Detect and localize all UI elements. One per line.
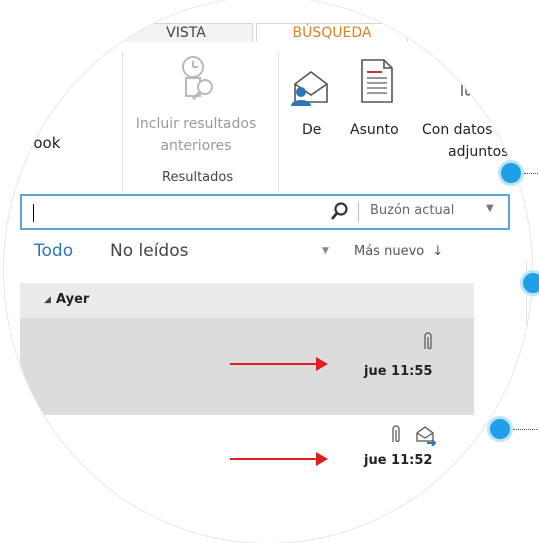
- sort-button[interactable]: Más nuevo ↓: [354, 244, 443, 259]
- tab-vista[interactable]: VISTA: [119, 23, 253, 44]
- ribbon-divider: [122, 52, 123, 192]
- search-box[interactable]: Buzón actual ▼: [20, 194, 510, 230]
- sort-label: Más nuevo: [354, 244, 425, 259]
- mail-time: jue 11:55: [364, 364, 433, 379]
- outlook-group-label: Outlook: [4, 134, 61, 152]
- envelope-reply-icon: [416, 426, 437, 446]
- group-header[interactable]: ◢ Ayer: [20, 283, 474, 318]
- search-scope-label[interactable]: Buzón actual: [370, 203, 454, 218]
- include-older-results-button[interactable]: Incluir resultados anteriores: [126, 52, 266, 162]
- hotspot-dot[interactable]: [498, 160, 524, 186]
- filter-bar: Todo No leídos ▼ Más nuevo ↓: [4, 237, 532, 267]
- from-button[interactable]: De: [286, 52, 336, 162]
- include-older-results-line2: anteriores: [160, 138, 232, 154]
- subject-button[interactable]: Asunto: [346, 52, 414, 162]
- search-input[interactable]: [32, 202, 286, 224]
- filter-unread[interactable]: No leídos: [110, 241, 188, 261]
- has-attachments-line2: adjuntos: [448, 144, 509, 160]
- has-attachments-button[interactable]: Con datos adjuntos: [418, 52, 532, 162]
- filter-all[interactable]: Todo: [34, 241, 73, 261]
- filter-dropdown-icon[interactable]: ▼: [322, 246, 329, 256]
- paperclip-icon: [392, 425, 400, 443]
- search-icon[interactable]: [329, 201, 349, 223]
- paperclip-icon: [461, 66, 471, 96]
- results-group-label: Resultados: [162, 170, 234, 185]
- hotspot-leader-line: [513, 429, 537, 430]
- hotspot-dot[interactable]: [520, 270, 539, 296]
- pane-divider: [526, 259, 527, 499]
- mail-time: jue 11:52: [364, 453, 433, 468]
- clock-search-icon: [182, 56, 213, 101]
- search-divider: [358, 202, 359, 222]
- ribbon-tab-strip: VISTA BÚSQUEDA: [4, 0, 532, 46]
- ribbon-divider: [278, 52, 279, 192]
- annotation-arrow: [230, 357, 328, 371]
- include-older-results-line1: Incluir resultados: [135, 116, 257, 132]
- hotspot-leader-line: [524, 173, 538, 174]
- ribbon: Outlook Incluir resultados anteriores Re…: [4, 42, 532, 192]
- subject-button-label: Asunto: [350, 122, 399, 138]
- arrow-down-icon: ↓: [432, 244, 444, 259]
- from-button-label: De: [302, 122, 322, 138]
- hotspot-dot[interactable]: [487, 416, 513, 442]
- collapse-triangle-icon[interactable]: ◢: [44, 295, 51, 305]
- paperclip-icon: [424, 332, 432, 350]
- annotation-arrow: [230, 452, 328, 466]
- mail-list-item[interactable]: jue 11:55: [20, 318, 474, 415]
- magnified-view: VISTA BÚSQUEDA Outlook Incluir resultado…: [4, 0, 532, 543]
- chevron-down-icon[interactable]: ▼: [486, 203, 494, 214]
- has-attachments-line1: Con datos: [422, 122, 493, 138]
- document-icon: [361, 59, 393, 103]
- envelope-person-icon: [291, 71, 328, 106]
- group-header-label: Ayer: [56, 292, 90, 307]
